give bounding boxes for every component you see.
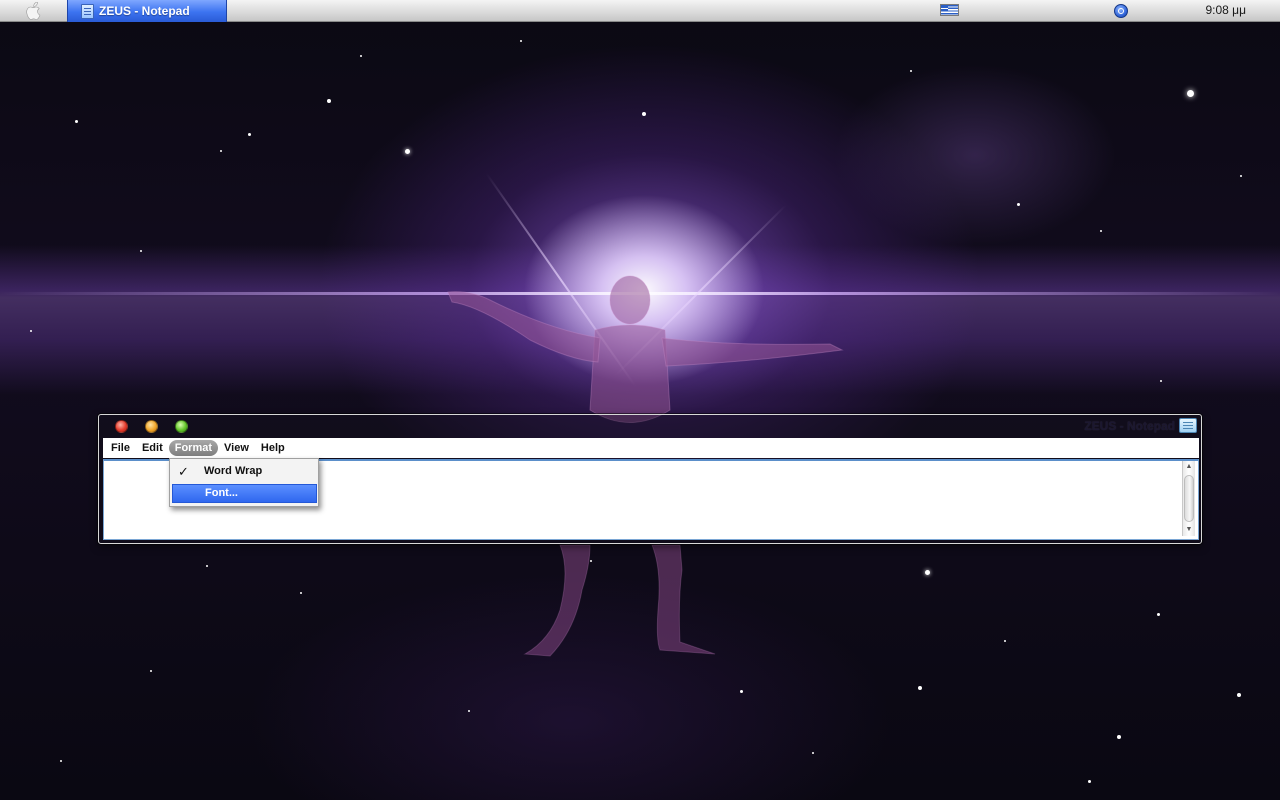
taskbar-button-notepad[interactable]: ZEUS - Notepad xyxy=(67,0,227,22)
menu-item-label: Font... xyxy=(205,487,238,499)
checkmark-icon: ✓ xyxy=(178,464,189,479)
apple-logo-icon[interactable] xyxy=(22,2,44,20)
star xyxy=(910,70,912,72)
star xyxy=(30,330,32,332)
star xyxy=(327,99,331,103)
star xyxy=(405,149,410,154)
star xyxy=(918,686,922,690)
window-titlebar[interactable]: ZEUS - Notepad xyxy=(99,415,1201,438)
greek-flag-icon[interactable] xyxy=(940,4,959,16)
maximize-icon[interactable] xyxy=(175,420,188,433)
star xyxy=(1017,203,1020,206)
window-title: ZEUS - Notepad xyxy=(1084,419,1175,433)
spotlight-icon[interactable] xyxy=(1114,4,1128,18)
star xyxy=(740,690,743,693)
star xyxy=(1088,780,1091,783)
menu-edit[interactable]: Edit xyxy=(136,440,169,456)
star xyxy=(60,760,62,762)
star xyxy=(925,570,930,575)
menu-format[interactable]: Format xyxy=(168,440,219,456)
star xyxy=(150,670,152,672)
star xyxy=(206,565,208,567)
star xyxy=(140,250,142,252)
star xyxy=(1240,175,1242,177)
star xyxy=(642,112,646,116)
menu-item-label: Word Wrap xyxy=(204,465,263,477)
star xyxy=(1187,90,1194,97)
menu-help[interactable]: Help xyxy=(255,440,291,456)
scroll-up-arrow-icon[interactable]: ▲ xyxy=(1183,461,1195,473)
window-menubar: File Edit Format View Help xyxy=(103,438,1199,458)
top-menubar: ZEUS - Notepad 9:08 μμ xyxy=(0,0,1280,22)
star xyxy=(248,133,251,136)
scroll-down-arrow-icon[interactable]: ▼ xyxy=(1183,524,1195,536)
star xyxy=(75,120,78,123)
format-dropdown-menu: ✓ Word Wrap Font... xyxy=(169,458,319,507)
star xyxy=(812,752,814,754)
menu-file[interactable]: File xyxy=(105,440,136,456)
star xyxy=(220,150,222,152)
minimize-icon[interactable] xyxy=(145,420,158,433)
menu-item-word-wrap[interactable]: ✓ Word Wrap xyxy=(172,462,317,481)
star xyxy=(1157,613,1160,616)
star xyxy=(360,55,362,57)
menu-view[interactable]: View xyxy=(218,440,255,456)
star xyxy=(1160,380,1162,382)
scroll-thumb[interactable] xyxy=(1184,475,1194,522)
star xyxy=(1117,735,1121,739)
star xyxy=(1237,693,1241,697)
star xyxy=(300,592,302,594)
taskbar-button-label: ZEUS - Notepad xyxy=(99,4,190,18)
notepad-icon xyxy=(81,3,94,19)
vertical-scrollbar[interactable]: ▲ ▼ xyxy=(1182,461,1195,536)
star xyxy=(520,40,522,42)
menu-item-font[interactable]: Font... xyxy=(172,484,317,503)
desktop-wallpaper xyxy=(0,0,1280,800)
star xyxy=(468,710,470,712)
star xyxy=(1100,230,1102,232)
star xyxy=(1004,640,1006,642)
notepad-icon xyxy=(1179,418,1197,433)
clock[interactable]: 9:08 μμ xyxy=(1186,3,1266,19)
close-icon[interactable] xyxy=(115,420,128,433)
